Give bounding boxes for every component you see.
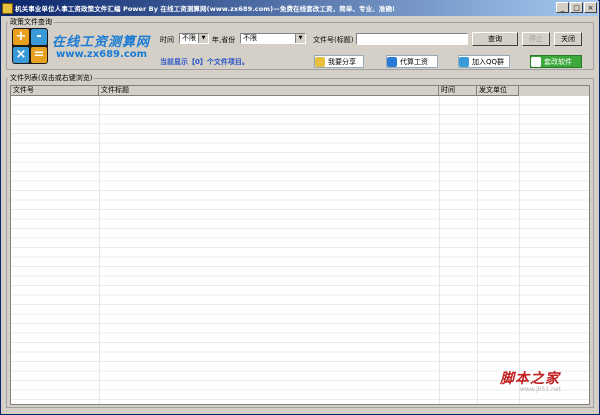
stop-button[interactable]: 停止 <box>522 32 550 46</box>
software-button[interactable]: 套改软件 <box>530 55 582 68</box>
column-header-time[interactable]: 时间 <box>439 86 477 96</box>
watermark-url: www.jb51.net <box>520 386 561 393</box>
share-icon <box>315 57 325 67</box>
query-group-label: 政策文件查询 <box>8 17 54 27</box>
close-button[interactable]: 关闭 <box>554 32 582 46</box>
logo-text: 在线工资测算网 <box>52 35 151 50</box>
equals-icon: = <box>31 47 47 63</box>
time-select-value: 不限 <box>182 34 196 42</box>
doc-search-input[interactable] <box>356 33 468 45</box>
software-button-label: 套改软件 <box>544 58 572 66</box>
calc-salary-button[interactable]: 代算工资 <box>386 55 438 68</box>
file-list[interactable]: 文件号 文件标题 时间 发文单位 <box>10 85 590 405</box>
dropdown-arrow-icon[interactable]: ▼ <box>198 34 208 43</box>
list-group-label: 文件列表(双击或右键浏览) <box>8 73 95 83</box>
query-button[interactable]: 查询 <box>472 32 518 46</box>
list-rows[interactable] <box>11 96 589 404</box>
column-divider <box>99 96 100 404</box>
app-icon <box>2 3 13 14</box>
dropdown-arrow-icon[interactable]: ▼ <box>295 34 305 43</box>
minimize-button[interactable]: _ <box>556 2 569 13</box>
time-label: 时间 <box>160 36 174 44</box>
window-title: 机关事业单位人事工资政策文件汇编 Power By 在线工资测算网(www.zx… <box>15 5 396 13</box>
plus-icon: + <box>13 29 29 45</box>
close-window-button[interactable]: × <box>584 2 597 13</box>
column-divider <box>519 96 520 404</box>
column-header-doc-number[interactable]: 文件号 <box>11 86 99 96</box>
column-divider <box>477 96 478 404</box>
status-suffix: 】个文件项目。 <box>199 58 249 66</box>
share-button-label: 我要分享 <box>328 58 356 66</box>
province-select-value: 不限 <box>243 34 257 42</box>
maximize-button[interactable]: □ <box>570 2 583 13</box>
user-icon <box>387 57 397 67</box>
list-header: 文件号 文件标题 时间 发文单位 <box>11 86 589 96</box>
title-bar[interactable]: 机关事业单位人事工资政策文件汇编 Power By 在线工资测算网(www.zx… <box>0 0 598 16</box>
share-button[interactable]: 我要分享 <box>314 55 364 68</box>
join-qq-button[interactable]: 加入QQ群 <box>458 55 510 68</box>
time-select[interactable]: 不限 ▼ <box>179 33 209 44</box>
status-message: 当前显示【0】个文件项目。 <box>160 57 249 67</box>
column-divider <box>439 96 440 404</box>
column-header-title[interactable]: 文件标题 <box>99 86 439 96</box>
watermark-text: 脚本之家 <box>500 371 560 387</box>
qq-icon <box>459 57 469 67</box>
download-icon <box>531 57 541 67</box>
minus-icon: - <box>31 29 47 45</box>
logo-url[interactable]: www.zx689.com <box>56 49 147 60</box>
year-province-label: 年,省份 <box>212 36 236 44</box>
multiply-icon: × <box>13 47 29 63</box>
calc-salary-label: 代算工资 <box>400 58 428 66</box>
calculator-logo-icon: + - × = <box>12 28 48 64</box>
column-header-issuer[interactable]: 发文单位 <box>477 86 519 96</box>
doc-number-label: 文件号(标题) <box>313 36 354 44</box>
status-prefix: 当前显示【 <box>160 58 195 66</box>
join-qq-label: 加入QQ群 <box>472 58 505 66</box>
province-select[interactable]: 不限 ▼ <box>240 33 306 44</box>
